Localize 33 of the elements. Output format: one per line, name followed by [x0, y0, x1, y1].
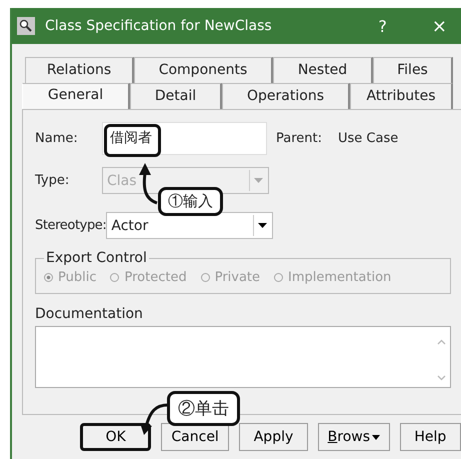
tab[interactable]: Files — [373, 57, 453, 83]
documentation-field[interactable] — [35, 326, 451, 388]
tab[interactable]: Attributes — [350, 83, 453, 109]
field-label: Name: — [35, 131, 79, 146]
dialog-button[interactable]: Cancel — [161, 423, 229, 451]
field-label: Stereotype: — [35, 218, 106, 233]
field-value: 借阅者 — [104, 124, 161, 157]
dropdown-value: Actor — [110, 218, 150, 234]
tab[interactable]: Relations — [25, 57, 134, 83]
window-title: Class Specification for NewClass — [45, 18, 273, 34]
close-button[interactable]: × — [432, 16, 447, 36]
help-button[interactable]: ? — [378, 16, 387, 36]
callout-label: ②单击 — [167, 391, 240, 426]
magnifier-icon — [17, 17, 35, 35]
tab[interactable]: Operations — [222, 83, 350, 109]
group-title: Export Control — [45, 250, 148, 266]
dropdown-value: Clas — [106, 172, 138, 188]
field-label: Documentation — [35, 306, 144, 322]
name-field[interactable]: 借阅者 — [102, 122, 267, 155]
parent-value: Use Case — [338, 131, 398, 146]
dropdown-button[interactable]: Brows — [318, 423, 390, 451]
tab[interactable]: General — [22, 83, 130, 109]
stereotype-dropdown[interactable]: Actor — [106, 212, 274, 239]
dialog-button[interactable]: OK — [80, 423, 152, 451]
field-label: Parent: — [276, 131, 322, 146]
curved-arrow — [138, 401, 170, 437]
caret-icon[interactable] — [372, 434, 380, 440]
dialog-button[interactable]: Help — [400, 423, 461, 451]
tab[interactable]: Nested — [273, 57, 373, 83]
callout-label: ①输入 — [158, 187, 223, 216]
dialog-button[interactable]: Apply — [238, 423, 308, 451]
tab[interactable]: Components — [134, 57, 273, 83]
tab[interactable]: Detail — [130, 83, 222, 109]
